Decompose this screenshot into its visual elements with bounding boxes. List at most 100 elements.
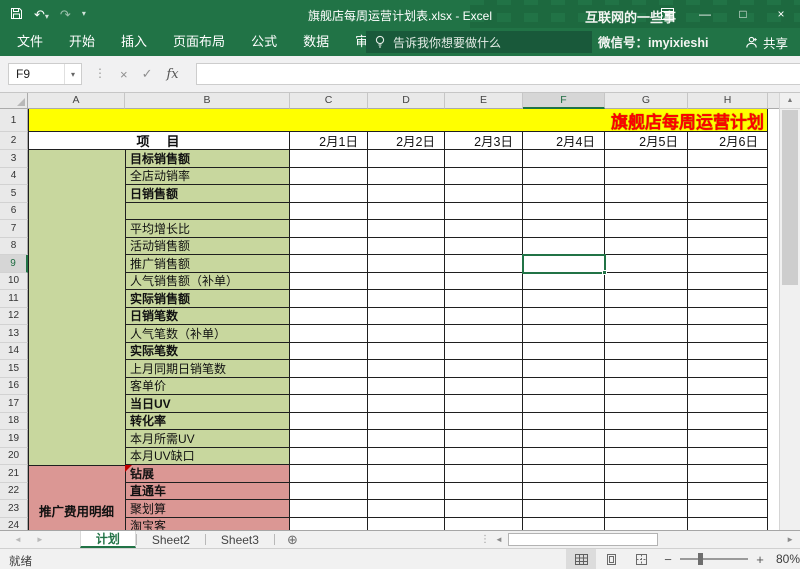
cell-G18[interactable]: [605, 413, 688, 431]
cell-D16[interactable]: [368, 378, 445, 396]
cell-G8[interactable]: [605, 238, 688, 256]
cell-C13[interactable]: [290, 325, 368, 343]
cell-A17[interactable]: [28, 395, 125, 413]
cell-H17[interactable]: [688, 395, 768, 413]
cell-H9[interactable]: [688, 255, 768, 273]
row-header-16[interactable]: 16: [0, 378, 28, 396]
cell-G5[interactable]: [605, 185, 688, 203]
cell-G23[interactable]: [605, 500, 688, 518]
cell-C8[interactable]: [290, 238, 368, 256]
cell-B15[interactable]: 上月同期日销笔数: [125, 360, 290, 378]
cell-C14[interactable]: [290, 343, 368, 361]
cell-G6[interactable]: [605, 203, 688, 221]
cell-B24[interactable]: 淘宝客: [125, 518, 290, 531]
cell-E7[interactable]: [445, 220, 523, 238]
cell-A21[interactable]: [28, 465, 125, 483]
formula-bar-drag-handle[interactable]: ⋮: [94, 66, 106, 80]
cell-B7[interactable]: 平均增长比: [125, 220, 290, 238]
cell-D23[interactable]: [368, 500, 445, 518]
restore-button[interactable]: □: [724, 0, 762, 28]
cell-A11[interactable]: [28, 290, 125, 308]
sheet-nav-left-icon[interactable]: ◄: [14, 535, 22, 544]
cell-H11[interactable]: [688, 290, 768, 308]
column-header-B[interactable]: B: [125, 93, 290, 109]
column-header-C[interactable]: C: [290, 93, 368, 109]
cell-F22[interactable]: [523, 483, 605, 501]
cell-G22[interactable]: [605, 483, 688, 501]
row-header-12[interactable]: 12: [0, 308, 28, 326]
cell-G17[interactable]: [605, 395, 688, 413]
cell-C15[interactable]: [290, 360, 368, 378]
cell-A6[interactable]: [28, 203, 125, 221]
zoom-in-button[interactable]: +: [752, 552, 768, 567]
cell-B12[interactable]: 日销笔数: [125, 308, 290, 326]
new-sheet-button[interactable]: ⊕: [287, 531, 298, 548]
cell-H10[interactable]: [688, 273, 768, 291]
cell-E19[interactable]: [445, 430, 523, 448]
cell-D5[interactable]: [368, 185, 445, 203]
cell-E11[interactable]: [445, 290, 523, 308]
insert-function-icon[interactable]: fx: [167, 67, 179, 82]
cell-C22[interactable]: [290, 483, 368, 501]
cell-F6[interactable]: [523, 203, 605, 221]
tab-scroll-splitter[interactable]: ⋮: [480, 534, 490, 545]
cell-C5[interactable]: [290, 185, 368, 203]
cell-D17[interactable]: [368, 395, 445, 413]
vertical-scrollbar[interactable]: ▲: [779, 93, 800, 530]
share-button[interactable]: 共享: [745, 28, 788, 56]
cell-D8[interactable]: [368, 238, 445, 256]
ribbon-tab-文件[interactable]: 文件: [4, 28, 56, 56]
cell-H18[interactable]: [688, 413, 768, 431]
cell-G15[interactable]: [605, 360, 688, 378]
cell-C2[interactable]: 2月1日: [290, 132, 368, 150]
cell-G14[interactable]: [605, 343, 688, 361]
sheet-tab-计划[interactable]: 计划: [80, 531, 136, 548]
cell-D4[interactable]: [368, 168, 445, 186]
row-header-6[interactable]: 6: [0, 203, 28, 221]
minimize-button[interactable]: —: [686, 0, 724, 28]
cell-A19[interactable]: [28, 430, 125, 448]
row-header-19[interactable]: 19: [0, 430, 28, 448]
row-header-20[interactable]: 20: [0, 448, 28, 466]
cell-B23[interactable]: 聚划算: [125, 500, 290, 518]
cell-H24[interactable]: [688, 518, 768, 531]
cell-A15[interactable]: [28, 360, 125, 378]
cell-C11[interactable]: [290, 290, 368, 308]
cell-F2[interactable]: 2月4日: [523, 132, 605, 150]
cell-B20[interactable]: 本月UV缺口: [125, 448, 290, 466]
cell-F15[interactable]: [523, 360, 605, 378]
cell-B16[interactable]: 客单价: [125, 378, 290, 396]
ribbon-tab-公式[interactable]: 公式: [238, 28, 290, 56]
cell-E6[interactable]: [445, 203, 523, 221]
page-layout-view-icon[interactable]: [596, 549, 626, 569]
cell-D24[interactable]: [368, 518, 445, 531]
cell-C7[interactable]: [290, 220, 368, 238]
cell-B11[interactable]: 实际销售额: [125, 290, 290, 308]
zoom-out-button[interactable]: −: [660, 552, 676, 567]
page-break-view-icon[interactable]: [626, 549, 656, 569]
cell-G3[interactable]: [605, 150, 688, 168]
cell-C24[interactable]: [290, 518, 368, 531]
cell-item-header[interactable]: 项 目: [28, 132, 290, 150]
cell-H16[interactable]: [688, 378, 768, 396]
cell-E21[interactable]: [445, 465, 523, 483]
vertical-scroll-thumb[interactable]: [782, 110, 798, 285]
cell-F13[interactable]: [523, 325, 605, 343]
cell-F10[interactable]: [523, 273, 605, 291]
cancel-icon[interactable]: ×: [120, 67, 128, 82]
cell-D14[interactable]: [368, 343, 445, 361]
cell-C16[interactable]: [290, 378, 368, 396]
row-header-14[interactable]: 14: [0, 343, 28, 361]
cell-B14[interactable]: 实际笔数: [125, 343, 290, 361]
hscroll-right-icon[interactable]: ►: [786, 535, 794, 544]
cell-F5[interactable]: [523, 185, 605, 203]
cell-F17[interactable]: [523, 395, 605, 413]
cell-H15[interactable]: [688, 360, 768, 378]
cell-G13[interactable]: [605, 325, 688, 343]
cell-B21[interactable]: 钻展: [125, 465, 290, 483]
cell-H22[interactable]: [688, 483, 768, 501]
sheet-tab-Sheet3[interactable]: Sheet3: [206, 531, 274, 548]
row-header-24[interactable]: 24: [0, 518, 28, 531]
cell-A4[interactable]: [28, 168, 125, 186]
cell-B19[interactable]: 本月所需UV: [125, 430, 290, 448]
